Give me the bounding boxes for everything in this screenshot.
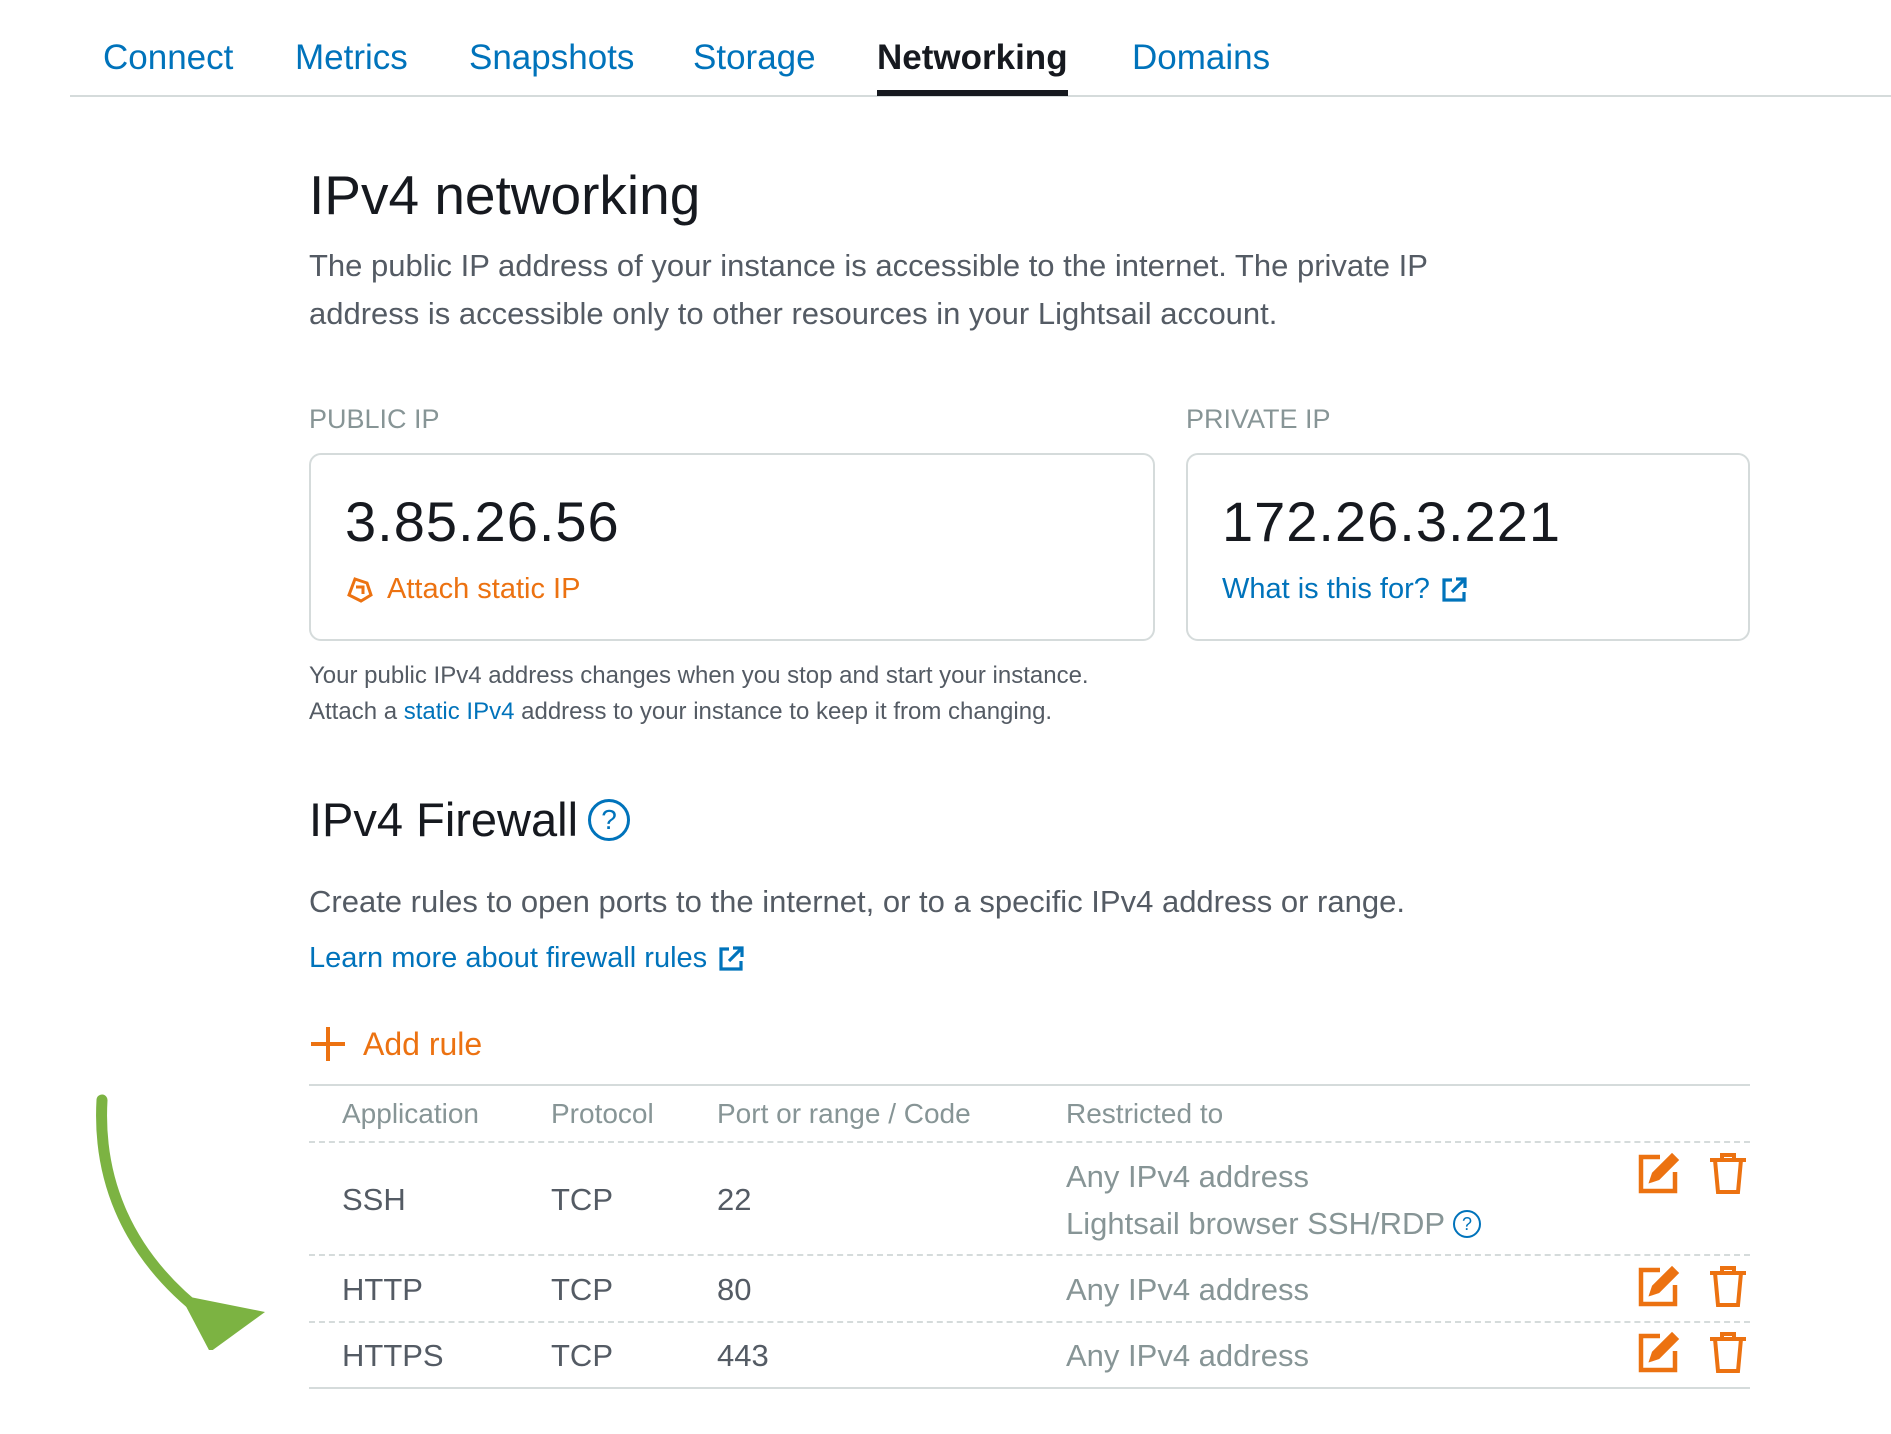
tab-snapshots[interactable]: Snapshots (469, 36, 634, 80)
help-icon[interactable]: ? (1453, 1210, 1482, 1238)
external-link-icon (719, 945, 744, 971)
ipv4-firewall-title: IPv4 Firewall (309, 793, 579, 846)
cell-application: HTTP (342, 1272, 423, 1307)
row-divider (309, 1141, 1750, 1143)
public-ip-label: PUBLIC IP (309, 404, 440, 434)
edit-icon[interactable] (1636, 1152, 1680, 1196)
cell-restricted: Any IPv4 address (1066, 1272, 1309, 1307)
column-header-application: Application (342, 1098, 479, 1129)
table-top-border (309, 1084, 1750, 1086)
table-bottom-border (309, 1387, 1750, 1389)
private-ip-value: 172.26.3.221 (1222, 490, 1561, 553)
ipv4-firewall-heading: IPv4 Firewall ? (309, 792, 631, 847)
tab-domains[interactable]: Domains (1132, 36, 1270, 80)
edit-icon[interactable] (1636, 1265, 1680, 1309)
delete-icon[interactable] (1706, 1152, 1750, 1196)
cell-port: 443 (717, 1338, 769, 1373)
private-ip-label: PRIVATE IP (1186, 404, 1331, 434)
private-ip-card: 172.26.3.221 What is this for? (1186, 453, 1750, 641)
ipv4-networking-title: IPv4 networking (309, 164, 701, 226)
help-icon[interactable]: ? (588, 798, 631, 841)
plus-icon (311, 1027, 345, 1061)
cell-port: 22 (717, 1182, 752, 1217)
external-link-icon (1442, 576, 1467, 602)
column-header-protocol: Protocol (551, 1098, 654, 1129)
add-rule-button[interactable]: Add rule (309, 1025, 482, 1063)
column-header-restricted: Restricted to (1066, 1098, 1224, 1129)
cell-restricted: Any IPv4 address (1066, 1338, 1309, 1373)
edit-icon[interactable] (1636, 1331, 1680, 1375)
attach-static-ip-link[interactable]: Attach static IP (345, 573, 580, 606)
tab-storage[interactable]: Storage (693, 36, 816, 80)
learn-more-firewall-link[interactable]: Learn more about firewall rules (309, 942, 745, 975)
static-ipv4-link[interactable]: static IPv4 (404, 698, 515, 725)
cell-application: SSH (342, 1182, 406, 1217)
cell-restricted: Any IPv4 address (1066, 1159, 1309, 1194)
tab-bar: Connect Metrics Snapshots Storage Networ… (70, 0, 1891, 97)
tab-networking[interactable]: Networking (877, 36, 1068, 96)
delete-icon[interactable] (1706, 1331, 1750, 1375)
firewall-description: Create rules to open ports to the intern… (309, 884, 1405, 919)
delete-icon[interactable] (1706, 1265, 1750, 1309)
row-divider (309, 1321, 1750, 1323)
cell-port: 80 (717, 1272, 752, 1307)
ipv4-networking-description: The public IP address of your instance i… (309, 248, 1428, 331)
public-ip-card: 3.85.26.56 Attach static IP (309, 453, 1155, 641)
public-ip-note: Your public IPv4 address changes when yo… (309, 662, 1089, 725)
what-is-this-for-link[interactable]: What is this for? (1222, 573, 1468, 606)
row-divider (309, 1254, 1750, 1256)
green-arrow-annotation (96, 1094, 265, 1350)
static-ip-icon (347, 576, 373, 603)
cell-protocol: TCP (551, 1182, 613, 1217)
cell-protocol: TCP (551, 1338, 613, 1373)
column-header-port: Port or range / Code (717, 1098, 971, 1129)
cell-application: HTTPS (342, 1338, 444, 1373)
tab-connect[interactable]: Connect (103, 36, 233, 80)
public-ip-value: 3.85.26.56 (345, 490, 620, 553)
cell-restricted-extra: Lightsail browser SSH/RDP ? (1066, 1206, 1482, 1242)
tab-metrics[interactable]: Metrics (295, 36, 408, 80)
cell-protocol: TCP (551, 1272, 613, 1307)
